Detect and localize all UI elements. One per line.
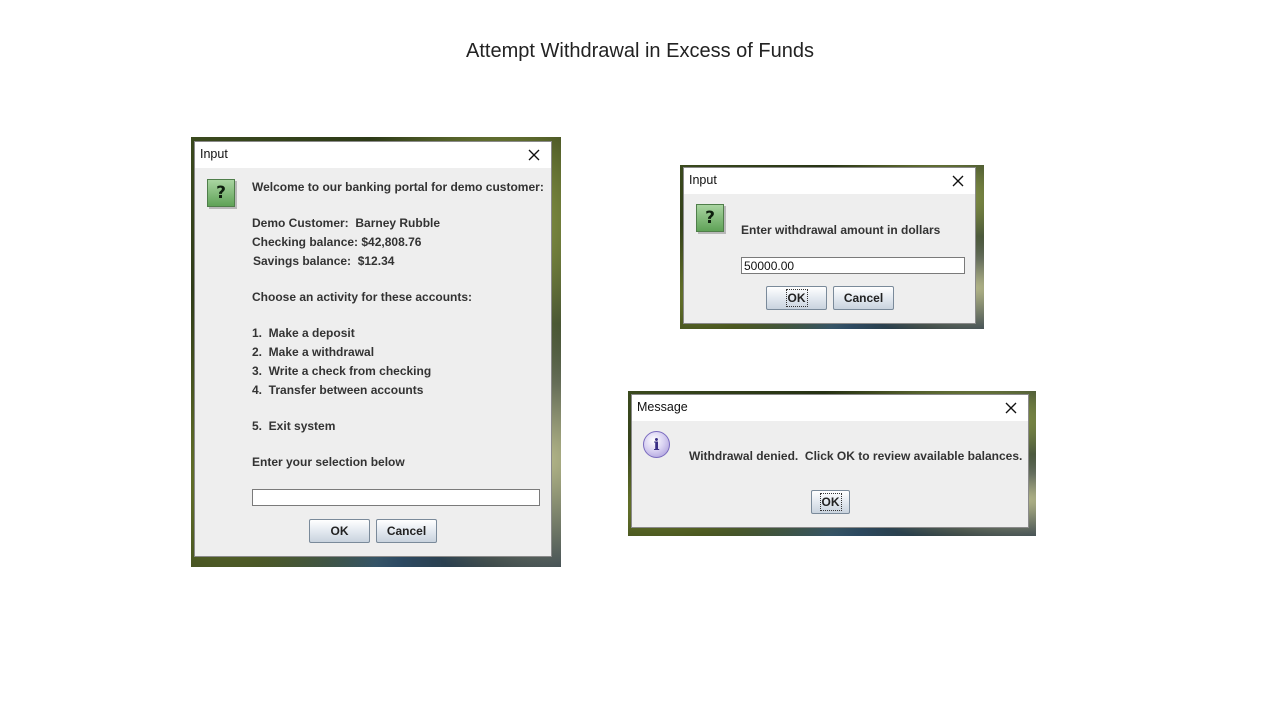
- ok-button-label: OK: [785, 289, 808, 307]
- cancel-button[interactable]: Cancel: [833, 286, 894, 310]
- amount-dialog-titlebar[interactable]: Input: [684, 168, 975, 194]
- option-transfer: 4. Transfer between accounts: [252, 383, 424, 397]
- option-write-check: 3. Write a check from checking: [252, 364, 432, 378]
- close-icon[interactable]: [523, 144, 545, 166]
- choose-activity-text: Choose an activity for these accounts:: [252, 290, 473, 304]
- checking-balance-text: Checking balance: $42,808.76: [252, 235, 422, 249]
- ok-button[interactable]: OK: [766, 286, 827, 310]
- amount-dialog-title: Input: [689, 173, 717, 187]
- savings-balance-text: Savings balance: $12.34: [253, 254, 395, 268]
- ok-button-label: OK: [330, 524, 349, 538]
- question-icon: ?: [207, 179, 235, 207]
- option-withdrawal: 2. Make a withdrawal: [252, 345, 375, 359]
- cancel-button-label: Cancel: [386, 524, 427, 538]
- message-dialog-title: Message: [637, 400, 688, 414]
- ok-button[interactable]: OK: [811, 490, 850, 514]
- info-icon: i: [643, 431, 670, 458]
- menu-dialog-title: Input: [200, 147, 228, 161]
- withdrawal-amount-input[interactable]: 50000.00: [741, 257, 965, 274]
- menu-dialog-titlebar[interactable]: Input: [195, 142, 551, 168]
- option-deposit: 1. Make a deposit: [252, 326, 355, 340]
- ok-button[interactable]: OK: [309, 519, 370, 543]
- slide-title: Attempt Withdrawal in Excess of Funds: [466, 40, 814, 62]
- ok-button-label: OK: [819, 493, 842, 511]
- close-icon[interactable]: [1000, 397, 1022, 419]
- cancel-button-label: Cancel: [843, 291, 884, 305]
- cancel-button[interactable]: Cancel: [376, 519, 437, 543]
- welcome-text: Welcome to our banking portal for demo c…: [252, 180, 544, 194]
- enter-selection-text: Enter your selection below: [252, 455, 405, 469]
- menu-input-dialog: Input ? Welcome to our banking portal fo…: [194, 141, 552, 557]
- withdrawal-prompt-text: Enter withdrawal amount in dollars: [741, 223, 941, 237]
- question-icon: ?: [696, 204, 724, 232]
- withdrawal-denied-message: Withdrawal denied. Click OK to review av…: [689, 449, 1023, 463]
- message-dialog: Message i Withdrawal denied. Click OK to…: [631, 394, 1029, 528]
- amount-input-dialog: Input ? Enter withdrawal amount in dolla…: [683, 167, 976, 324]
- close-icon[interactable]: [947, 170, 969, 192]
- option-exit: 5. Exit system: [252, 419, 336, 433]
- selection-input[interactable]: [252, 489, 540, 506]
- message-dialog-titlebar[interactable]: Message: [632, 395, 1028, 421]
- customer-name-text: Demo Customer: Barney Rubble: [252, 216, 441, 230]
